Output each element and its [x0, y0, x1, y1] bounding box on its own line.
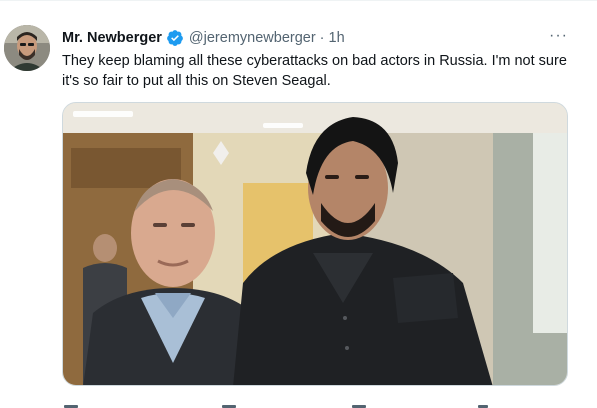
user-handle[interactable]: @jeremynewberger	[189, 29, 316, 47]
header-separator: ·	[319, 30, 325, 46]
verified-badge-icon	[166, 29, 184, 47]
tweet-actions-bar	[62, 401, 582, 408]
user-avatar[interactable]	[4, 25, 50, 71]
tweet-photo[interactable]	[62, 102, 568, 386]
display-name[interactable]: Mr. Newberger	[62, 29, 162, 47]
tweet-card[interactable]: Mr. Newberger @jeremynewberger · 1h ··· …	[0, 0, 597, 408]
tweet-header: Mr. Newberger @jeremynewberger · 1h	[62, 29, 345, 47]
tweet-timestamp[interactable]: 1h	[329, 29, 345, 47]
more-options-icon[interactable]: ···	[549, 28, 568, 44]
tweet-text: They keep blaming all these cyberattacks…	[62, 53, 567, 89]
